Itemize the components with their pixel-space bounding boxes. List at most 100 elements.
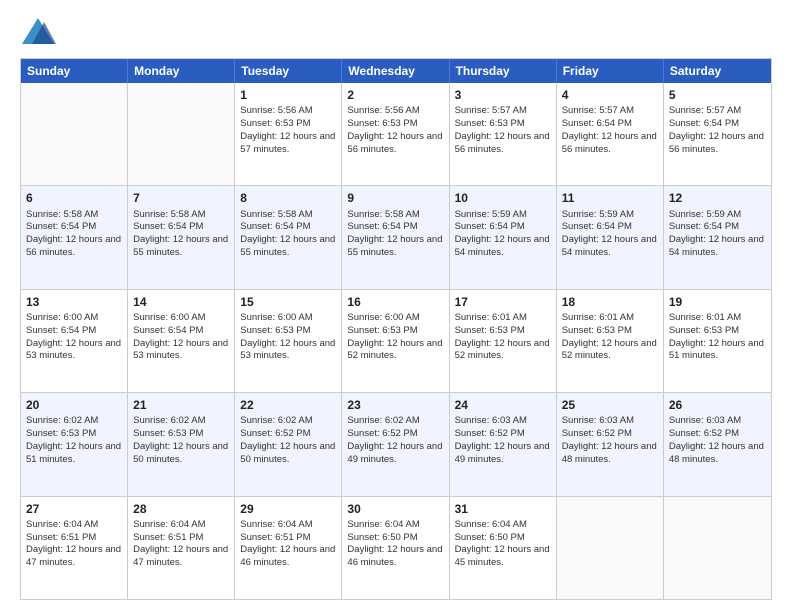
sunset-text: Sunset: 6:54 PM [133,325,203,336]
day-number: 12 [669,190,766,206]
day-number: 24 [455,397,551,413]
daylight-hours-text: Daylight: 12 hours and 49 minutes. [347,441,442,465]
sunset-text: Sunset: 6:53 PM [455,118,525,129]
sunrise-text: Sunrise: 5:58 AM [133,209,205,220]
empty-cell [664,497,771,599]
daylight-hours-text: Daylight: 12 hours and 48 minutes. [562,441,657,465]
sunset-text: Sunset: 6:53 PM [347,118,417,129]
sunrise-text: Sunrise: 6:04 AM [455,519,527,530]
week-row-4: 20Sunrise: 6:02 AMSunset: 6:53 PMDayligh… [21,392,771,495]
day-number: 22 [240,397,336,413]
day-cell-29: 29Sunrise: 6:04 AMSunset: 6:51 PMDayligh… [235,497,342,599]
sunset-text: Sunset: 6:53 PM [26,428,96,439]
day-cell-16: 16Sunrise: 6:00 AMSunset: 6:53 PMDayligh… [342,290,449,392]
sunrise-text: Sunrise: 5:57 AM [455,105,527,116]
empty-cell [128,83,235,185]
day-cell-15: 15Sunrise: 6:00 AMSunset: 6:53 PMDayligh… [235,290,342,392]
day-cell-11: 11 Sunrise: 5:59 AMSunset: 6:54 PM Dayligh… [557,186,664,288]
daylight-hours-text: Daylight: 12 hours and 55 minutes. [133,234,228,258]
sunset-text: Sunset: 6:53 PM [240,325,310,336]
day-cell-2: 2Sunrise: 5:56 AMSunset: 6:53 PMDaylight… [342,83,449,185]
day-number: 5 [669,87,766,103]
sunrise-text: Sunrise: 5:59 AM [669,209,741,220]
daylight-hours-text: Daylight: 12 hours and 54 minutes. [562,234,657,258]
daylight-hours-text: Daylight: 12 hours and 53 minutes. [240,338,335,362]
week-row-5: 27Sunrise: 6:04 AMSunset: 6:51 PMDayligh… [21,496,771,599]
day-cell-30: 30Sunrise: 6:04 AMSunset: 6:50 PMDayligh… [342,497,449,599]
day-number: 25 [562,397,658,413]
sunrise-text: Sunrise: 6:02 AM [133,415,205,426]
day-number: 13 [26,294,122,310]
day-cell-24: 24Sunrise: 6:03 AMSunset: 6:52 PMDayligh… [450,393,557,495]
daylight-hours-text: Daylight: 12 hours and 48 minutes. [669,441,764,465]
day-cell-9: 9Sunrise: 5:58 AMSunset: 6:54 PMDaylight… [342,186,449,288]
sunrise-text: Sunrise: 6:04 AM [240,519,312,530]
sunrise-text: Sunrise: 6:00 AM [133,312,205,323]
day-number: 1 [240,87,336,103]
sunset-text: Sunset: 6:52 PM [455,428,525,439]
sunrise-text: Sunrise: 6:01 AM [562,312,634,323]
sunset-text: Sunset: 6:54 PM [347,221,417,232]
sunset-text: Sunset: 6:54 PM [133,221,203,232]
sunset-text: Sunset: 6:52 PM [240,428,310,439]
daylight-hours-text: Daylight: 12 hours and 47 minutes. [26,544,121,568]
sunrise-text: Sunrise: 5:59 AM [562,209,634,220]
logo [20,16,60,48]
header-day-monday: Monday [128,59,235,83]
day-cell-18: 18Sunrise: 6:01 AMSunset: 6:53 PMDayligh… [557,290,664,392]
day-cell-13: 13Sunrise: 6:00 AMSunset: 6:54 PMDayligh… [21,290,128,392]
day-cell-28: 28Sunrise: 6:04 AMSunset: 6:51 PMDayligh… [128,497,235,599]
sunset-text: Sunset: 6:51 PM [26,532,96,543]
day-number: 26 [669,397,766,413]
day-number: 10 [455,190,551,206]
header [20,16,772,48]
day-number: 21 [133,397,229,413]
header-day-saturday: Saturday [664,59,771,83]
day-cell-19: 19Sunrise: 6:01 AMSunset: 6:53 PMDayligh… [664,290,771,392]
daylight-hours-text: Daylight: 12 hours and 56 minutes. [669,131,764,155]
week-row-2: 6Sunrise: 5:58 AMSunset: 6:54 PMDaylight… [21,185,771,288]
day-number: 14 [133,294,229,310]
day-number: 27 [26,501,122,517]
daylight-hours-text: Daylight: 12 hours and 51 minutes. [669,338,764,362]
day-number: 11 [562,190,658,206]
sunrise-text: Sunrise: 6:03 AM [562,415,634,426]
sunrise-text: Sunrise: 6:02 AM [26,415,98,426]
day-cell-8: 8Sunrise: 5:58 AMSunset: 6:54 PMDaylight… [235,186,342,288]
sunset-text: Sunset: 6:54 PM [562,221,632,232]
daylight-hours-text: Daylight: 12 hours and 52 minutes. [562,338,657,362]
day-cell-3: 3Sunrise: 5:57 AMSunset: 6:53 PMDaylight… [450,83,557,185]
header-day-thursday: Thursday [450,59,557,83]
week-row-1: 1Sunrise: 5:56 AMSunset: 6:53 PMDaylight… [21,83,771,185]
daylight-hours-text: Daylight: 12 hours and 50 minutes. [240,441,335,465]
sunset-text: Sunset: 6:54 PM [562,118,632,129]
day-number: 19 [669,294,766,310]
daylight-hours-text: Daylight: 12 hours and 52 minutes. [347,338,442,362]
sunrise-text: Sunrise: 6:02 AM [240,415,312,426]
sunrise-text: Sunrise: 6:04 AM [133,519,205,530]
calendar-body: 1Sunrise: 5:56 AMSunset: 6:53 PMDaylight… [21,83,771,599]
sunset-text: Sunset: 6:50 PM [347,532,417,543]
sunset-text: Sunset: 6:50 PM [455,532,525,543]
day-number: 3 [455,87,551,103]
daylight-hours-text: Daylight: 12 hours and 55 minutes. [347,234,442,258]
sunrise-text: Sunrise: 5:58 AM [26,209,98,220]
day-cell-31: 31Sunrise: 6:04 AMSunset: 6:50 PMDayligh… [450,497,557,599]
daylight-hours-text: Daylight: 12 hours and 46 minutes. [347,544,442,568]
sunrise-text: Sunrise: 6:02 AM [347,415,419,426]
sunset-text: Sunset: 6:53 PM [455,325,525,336]
sunrise-text: Sunrise: 6:00 AM [240,312,312,323]
header-day-wednesday: Wednesday [342,59,449,83]
day-number: 17 [455,294,551,310]
day-cell-6: 6Sunrise: 5:58 AMSunset: 6:54 PMDaylight… [21,186,128,288]
sunset-text: Sunset: 6:53 PM [347,325,417,336]
day-cell-7: 7Sunrise: 5:58 AMSunset: 6:54 PMDaylight… [128,186,235,288]
daylight-hours-text: Daylight: 12 hours and 53 minutes. [26,338,121,362]
sunrise-text: Sunrise: 6:01 AM [455,312,527,323]
sunrise-text: Sunrise: 6:01 AM [669,312,741,323]
day-cell-5: 5Sunrise: 5:57 AMSunset: 6:54 PMDaylight… [664,83,771,185]
sunset-text: Sunset: 6:52 PM [347,428,417,439]
day-cell-20: 20Sunrise: 6:02 AMSunset: 6:53 PMDayligh… [21,393,128,495]
day-cell-10: 10Sunrise: 5:59 AMSunset: 6:54 PMDayligh… [450,186,557,288]
daylight-hours-text: Daylight: 12 hours and 51 minutes. [26,441,121,465]
